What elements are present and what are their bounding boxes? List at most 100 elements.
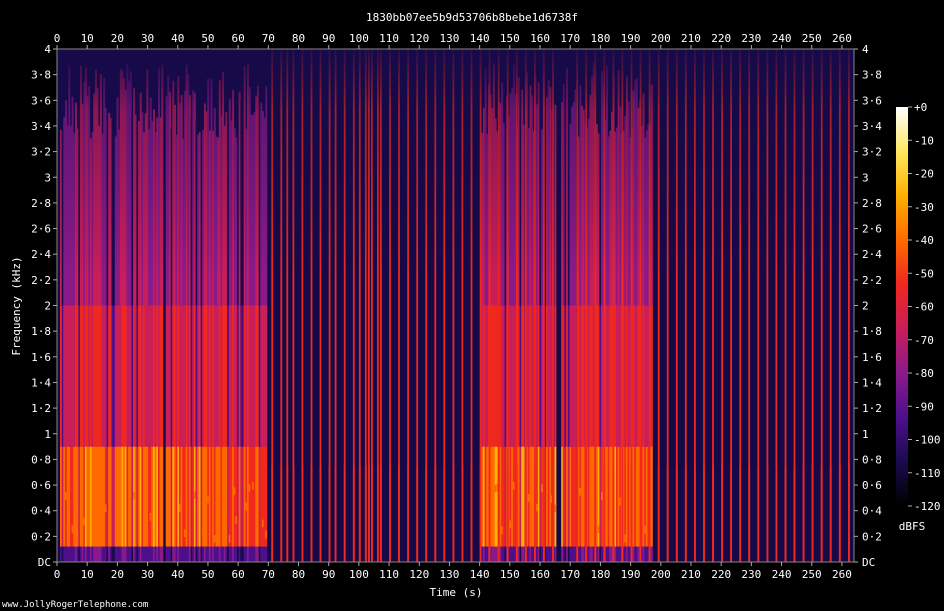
- x-tick-label-bottom: 120: [409, 568, 429, 581]
- y-tick-label-left: 3·2: [31, 146, 51, 159]
- x-tick-label-top: 130: [440, 32, 460, 45]
- y-tick-label-left: 2·2: [31, 274, 51, 287]
- x-tick-label-top: 40: [171, 32, 184, 45]
- y-tick-label-left: 2·6: [31, 223, 51, 236]
- y-tick-label-right: 2·2: [862, 274, 882, 287]
- y-tick-label-right: 2·6: [862, 223, 882, 236]
- colorbar-tick-label: -110: [914, 467, 941, 480]
- x-tick-label-top: 20: [111, 32, 124, 45]
- x-tick-label-top: 150: [500, 32, 520, 45]
- x-tick-label-bottom: 130: [440, 568, 460, 581]
- y-tick-label-left: 1·4: [31, 376, 51, 389]
- y-tick-label-right: 3·4: [862, 120, 882, 133]
- y-tick-label-left: 2: [44, 300, 51, 313]
- y-tick-label-left: 3·6: [31, 94, 51, 107]
- x-tick-label-bottom: 210: [681, 568, 701, 581]
- colorbar-tick-label: -20: [914, 168, 934, 181]
- x-axis-label: Time (s): [430, 586, 483, 599]
- x-tick-label-top: 100: [349, 32, 369, 45]
- x-tick-label-bottom: 110: [379, 568, 399, 581]
- y-tick-label-right: 0·2: [862, 530, 882, 543]
- x-tick-label-bottom: 80: [292, 568, 305, 581]
- x-tick-label-bottom: 0: [54, 568, 61, 581]
- x-tick-label-bottom: 190: [621, 568, 641, 581]
- watermark: www.JollyRogerTelephone.com: [2, 600, 148, 610]
- y-tick-label-right: 3·6: [862, 94, 882, 107]
- x-tick-label-bottom: 220: [711, 568, 731, 581]
- x-tick-label-top: 10: [81, 32, 94, 45]
- y-tick-label-right: 1·8: [862, 325, 882, 338]
- y-tick-label-right: 0·6: [862, 479, 882, 492]
- x-tick-label-top: 110: [379, 32, 399, 45]
- colorbar-tick-label: -50: [914, 267, 934, 280]
- x-tick-label-bottom: 200: [651, 568, 671, 581]
- y-tick-label-left: 1·2: [31, 402, 51, 415]
- y-tick-label-right: 1·6: [862, 351, 882, 364]
- y-tick-label-left: DC: [38, 556, 51, 569]
- colorbar-gradient: [896, 107, 908, 506]
- y-tick-label-right: 1·4: [862, 376, 882, 389]
- y-tick-label-left: 2·8: [31, 197, 51, 210]
- x-tick-label-top: 30: [141, 32, 154, 45]
- y-tick-label-left: 1·8: [31, 325, 51, 338]
- y-tick-label-right: 4: [862, 43, 869, 56]
- x-tick-label-bottom: 140: [470, 568, 490, 581]
- x-tick-label-bottom: 60: [232, 568, 245, 581]
- spectrogram-chart: 1830bb07ee5b9d53706b8bebe1d6738f 0 10 20 30…: [2, 11, 941, 610]
- x-tick-label-bottom: 100: [349, 568, 369, 581]
- y-tick-label-right: 1: [862, 428, 869, 441]
- y-tick-label-left: 1: [44, 428, 51, 441]
- colorbar-tick-label: -90: [914, 400, 934, 413]
- y-axis-left: DC 0·2 0·4 0·6 0·8 1 1·2 1·4 1·6 1·8 2 2·2 2·4 2·6 2·8…: [31, 43, 57, 569]
- colorbar-tick-label: -60: [914, 301, 934, 314]
- colorbar-tick-label: -120: [914, 500, 941, 513]
- x-tick-label-top: 260: [832, 32, 852, 45]
- y-tick-label-right: 2: [862, 300, 869, 313]
- x-tick-label-top: 220: [711, 32, 731, 45]
- x-tick-label-bottom: 250: [802, 568, 822, 581]
- x-tick-label-top: 140: [470, 32, 490, 45]
- y-tick-label-right: 3·2: [862, 146, 882, 159]
- x-axis-top: 0 10 20 30 40 50 60 70 80 90 100 110 120 130 140 150 160…: [54, 32, 852, 49]
- x-tick-label-top: 210: [681, 32, 701, 45]
- colorbar-tick-label: -100: [914, 434, 941, 447]
- x-tick-label-bottom: 40: [171, 568, 184, 581]
- y-tick-label-right: 2·8: [862, 197, 882, 210]
- colorbar-tick-label: -10: [914, 134, 934, 147]
- x-tick-label-top: 60: [232, 32, 245, 45]
- colorbar-tick-label: -30: [914, 201, 934, 214]
- x-tick-label-bottom: 50: [201, 568, 214, 581]
- x-tick-label-top: 190: [621, 32, 641, 45]
- x-tick-label-top: 250: [802, 32, 822, 45]
- y-tick-label-left: 0·6: [31, 479, 51, 492]
- y-tick-label-left: 3: [44, 171, 51, 184]
- x-tick-label-top: 90: [322, 32, 335, 45]
- chart-title: 1830bb07ee5b9d53706b8bebe1d6738f: [366, 11, 578, 24]
- x-tick-label-bottom: 160: [530, 568, 550, 581]
- y-tick-label-left: 2·4: [31, 248, 51, 261]
- y-tick-label-left: 0·8: [31, 453, 51, 466]
- x-tick-label-bottom: 10: [81, 568, 94, 581]
- x-tick-label-top: 80: [292, 32, 305, 45]
- x-tick-label-bottom: 150: [500, 568, 520, 581]
- colorbar-unit: dBFS: [899, 520, 926, 533]
- y-tick-label-right: 3·8: [862, 69, 882, 82]
- y-tick-label-right: 0·8: [862, 453, 882, 466]
- colorbar: +0 -10 -20 -30 -40 -50 -60 -70 -80 -90 -100 -110 -12…: [896, 101, 941, 533]
- colorbar-tick-label: +0: [914, 101, 927, 114]
- x-tick-label-top: 200: [651, 32, 671, 45]
- x-tick-label-bottom: 20: [111, 568, 124, 581]
- x-axis-bottom: 0 10 20 30 40 50 60 70 80 90 100 110 120 130 140 150 160…: [54, 562, 852, 581]
- x-tick-label-bottom: 240: [772, 568, 792, 581]
- y-tick-label-right: 1·2: [862, 402, 882, 415]
- x-tick-label-bottom: 230: [741, 568, 761, 581]
- x-tick-label-top: 240: [772, 32, 792, 45]
- x-tick-label-top: 0: [54, 32, 61, 45]
- x-tick-label-bottom: 30: [141, 568, 154, 581]
- x-tick-label-bottom: 260: [832, 568, 852, 581]
- x-tick-label-top: 70: [262, 32, 275, 45]
- y-tick-label-left: 3·4: [31, 120, 51, 133]
- colorbar-tick-label: -70: [914, 334, 934, 347]
- y-axis-label: Frequency (kHz): [10, 256, 23, 355]
- colorbar-tick-label: -80: [914, 367, 934, 380]
